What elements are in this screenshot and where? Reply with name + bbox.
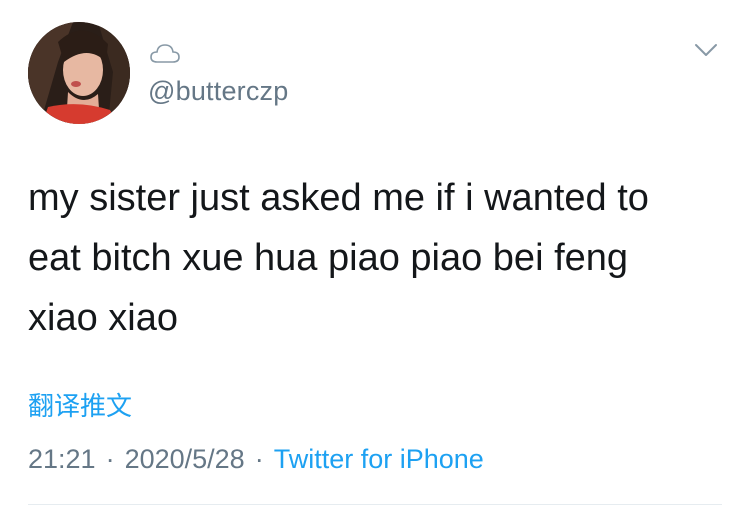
tweet-time: 21:21 xyxy=(28,444,96,474)
tweet-source-link[interactable]: Twitter for iPhone xyxy=(274,444,484,474)
user-handle[interactable]: @butterczp xyxy=(148,76,288,107)
meta-separator: · xyxy=(254,444,264,474)
meta-separator: · xyxy=(105,444,115,474)
cloud-icon xyxy=(150,44,180,63)
translate-tweet-link[interactable]: 翻译推文 xyxy=(28,386,132,423)
divider xyxy=(28,504,722,505)
tweet-text: my sister just asked me if i wanted to e… xyxy=(28,177,649,339)
tweet-date: 2020/5/28 xyxy=(124,444,245,474)
tweet-meta: 21:21 · 2020/5/28 · Twitter for iPhone xyxy=(28,444,484,475)
chevron-down-icon[interactable] xyxy=(692,40,720,60)
profile-photo xyxy=(28,22,130,124)
avatar[interactable] xyxy=(28,22,130,124)
